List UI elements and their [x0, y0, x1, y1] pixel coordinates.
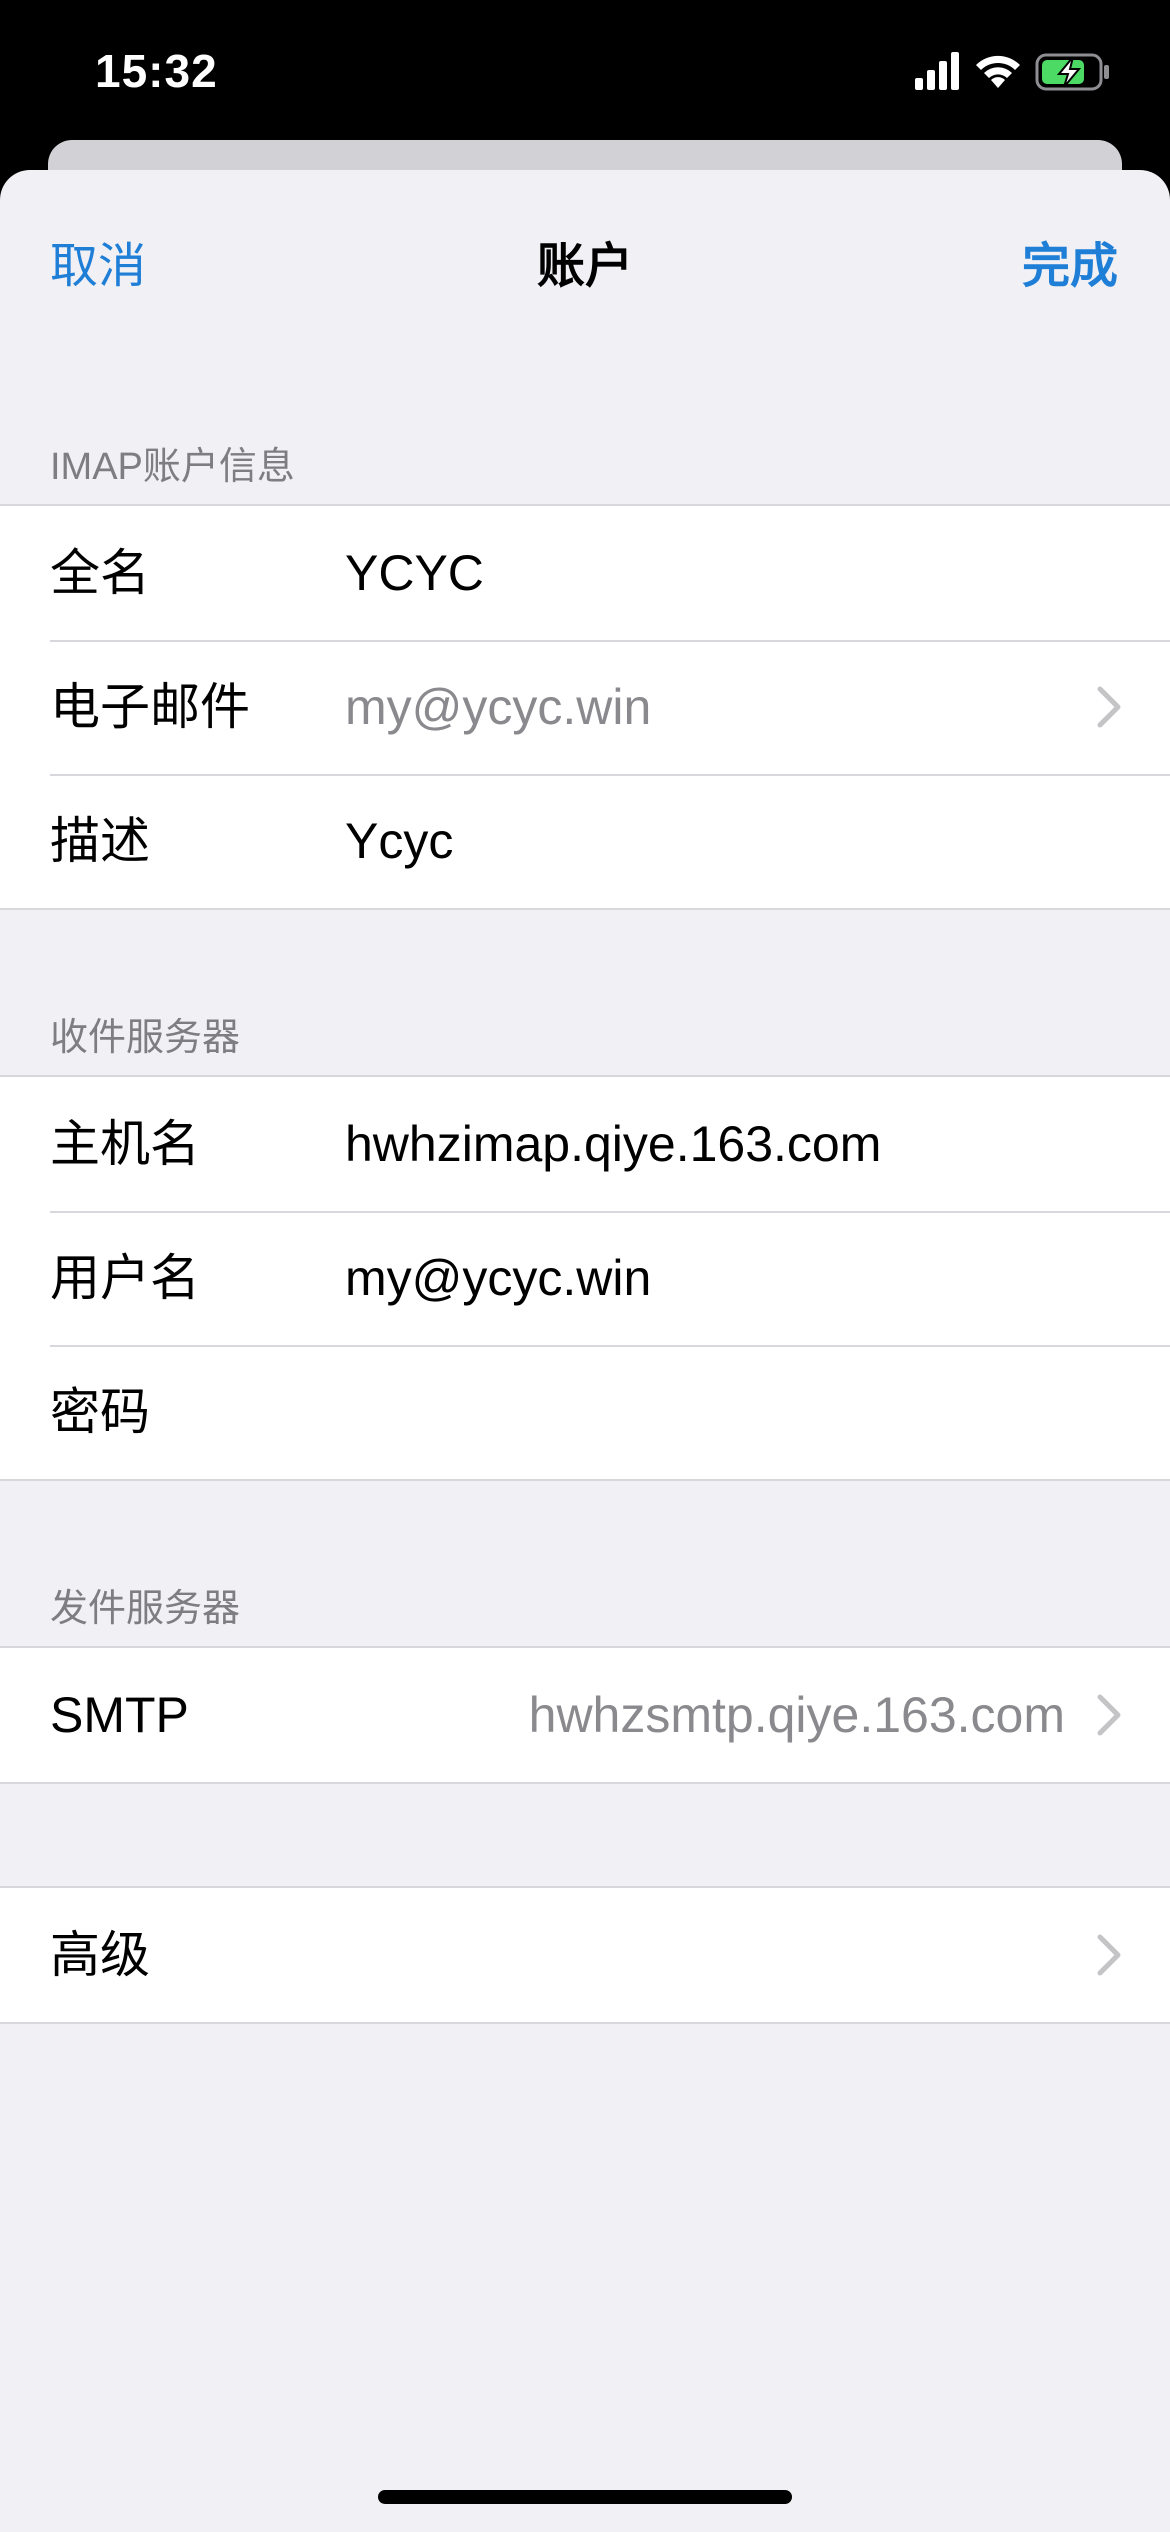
- outgoing-server-group: SMTP hwhzsmtp.qiye.163.com: [0, 1646, 1170, 1784]
- wifi-icon: [976, 55, 1020, 88]
- section-header-incoming: 收件服务器: [50, 1017, 241, 1059]
- cellular-signal-icon: [915, 52, 959, 90]
- password-row[interactable]: 密码: [0, 1345, 1170, 1479]
- advanced-group: 高级: [0, 1886, 1170, 2024]
- full-name-row[interactable]: 全名 YCYC: [0, 506, 1170, 640]
- smtp-label: SMTP: [50, 1687, 189, 1743]
- section-header-outgoing: 发件服务器: [50, 1588, 241, 1630]
- account-sheet: 取消 账户 完成 IMAP账户信息 全名 YCYC 电子邮件 my@ycyc.w…: [0, 170, 1170, 2532]
- status-time: 15:32: [95, 45, 218, 97]
- advanced-row[interactable]: 高级: [0, 1888, 1170, 2022]
- navigation-bar: 取消 账户 完成: [0, 170, 1170, 340]
- description-field[interactable]: Ycyc: [345, 774, 453, 908]
- email-row[interactable]: 电子邮件 my@ycyc.win: [0, 640, 1170, 774]
- description-row[interactable]: 描述 Ycyc: [0, 774, 1170, 908]
- chevron-right-icon: [1097, 1694, 1121, 1736]
- chevron-right-icon: [1097, 1934, 1121, 1976]
- status-bar: 15:32: [0, 0, 1170, 140]
- imap-account-group: 全名 YCYC 电子邮件 my@ycyc.win 描述 Ycyc: [0, 504, 1170, 910]
- username-row[interactable]: 用户名 my@ycyc.win: [0, 1211, 1170, 1345]
- home-indicator[interactable]: [378, 2490, 792, 2504]
- description-label: 描述: [50, 813, 150, 869]
- section-header-imap: IMAP账户信息: [50, 446, 295, 488]
- smtp-value: hwhzsmtp.qiye.163.com: [528, 1687, 1065, 1743]
- incoming-server-group: 主机名 hwhzimap.qiye.163.com 用户名 my@ycyc.wi…: [0, 1075, 1170, 1481]
- chevron-right-icon: [1097, 686, 1121, 728]
- username-field[interactable]: my@ycyc.win: [345, 1211, 651, 1345]
- done-button[interactable]: 完成: [1022, 226, 1118, 296]
- advanced-label: 高级: [50, 1927, 150, 1983]
- email-value: my@ycyc.win: [345, 679, 652, 735]
- hostname-label: 主机名: [50, 1116, 200, 1172]
- password-label: 密码: [50, 1384, 150, 1440]
- battery-charging-icon: [1035, 53, 1109, 91]
- username-label: 用户名: [50, 1250, 200, 1306]
- smtp-row[interactable]: SMTP hwhzsmtp.qiye.163.com: [0, 1648, 1170, 1782]
- hostname-field[interactable]: hwhzimap.qiye.163.com: [345, 1077, 881, 1211]
- email-label: 电子邮件: [50, 679, 250, 735]
- full-name-field[interactable]: YCYC: [345, 506, 484, 640]
- full-name-label: 全名: [50, 545, 150, 601]
- page-title: 账户: [536, 240, 633, 293]
- hostname-row[interactable]: 主机名 hwhzimap.qiye.163.com: [0, 1077, 1170, 1211]
